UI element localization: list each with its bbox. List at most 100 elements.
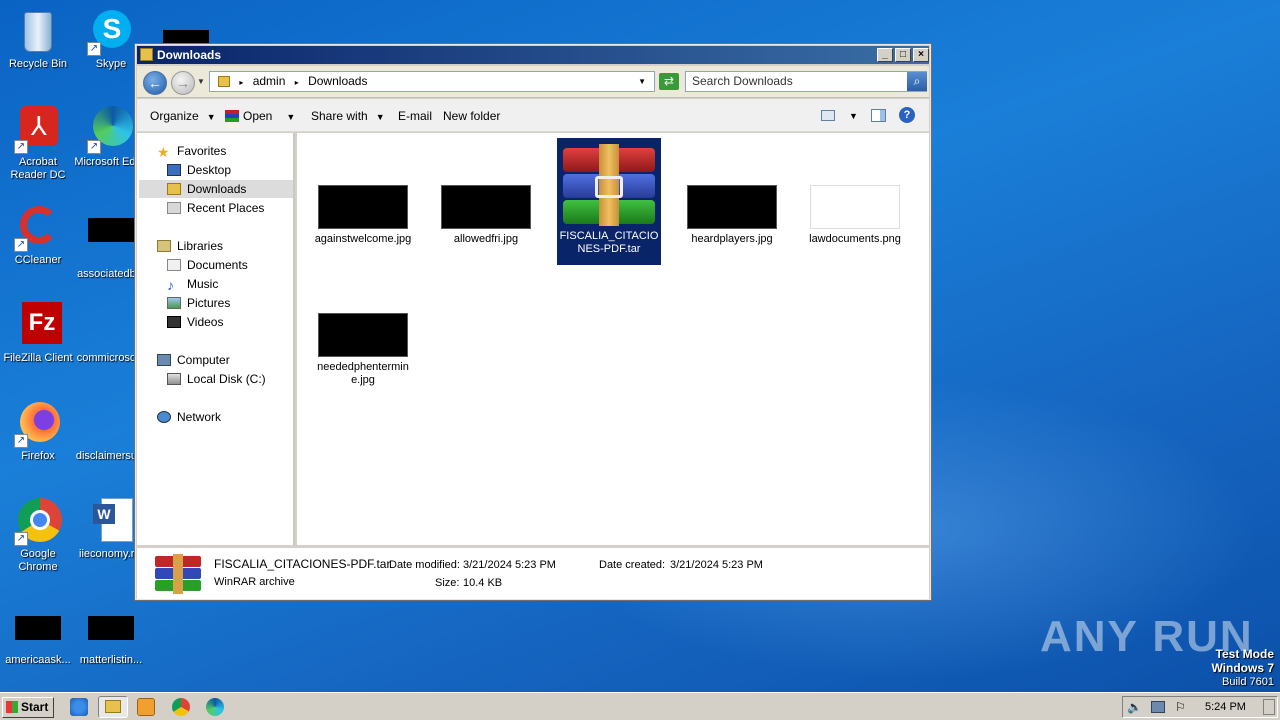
share-with-button[interactable]: Share with ▼	[311, 108, 385, 125]
new-folder-button[interactable]: New folder	[443, 108, 500, 124]
breadcrumb-admin[interactable]: admin	[253, 74, 286, 88]
close-button[interactable]: ×	[913, 48, 929, 62]
nav-pictures[interactable]: Pictures	[167, 294, 230, 312]
file-item-selected[interactable]: FISCALIA_CITACIONES-PDF.tar	[557, 138, 661, 265]
skype-icon: S ↗	[87, 8, 135, 56]
black-thumbnail-icon	[87, 616, 135, 652]
open-button[interactable]: Open ▼	[225, 108, 295, 125]
chevron-down-icon: ▼	[375, 112, 385, 122]
desktop-icon-file-americaask[interactable]: americaask...	[0, 606, 76, 667]
music-icon: ♪	[167, 277, 174, 293]
title-bar[interactable]: Downloads _ □ ×	[137, 46, 929, 64]
email-button[interactable]: E-mail	[398, 108, 432, 124]
image-thumbnail	[318, 185, 408, 229]
folder-icon	[105, 700, 121, 713]
edge-icon[interactable]	[206, 698, 224, 716]
nav-videos[interactable]: Videos	[167, 313, 223, 331]
explorer-window: Downloads _ □ × ← → ▼ ▸ admin ▸ Download…	[134, 43, 932, 601]
flag-icon[interactable]: ⚐	[1175, 697, 1186, 717]
computer-icon	[157, 354, 171, 366]
organize-button[interactable]: Organize ▼	[150, 108, 216, 125]
internet-explorer-icon[interactable]	[70, 698, 88, 716]
desktop-icon-ccleaner[interactable]: ↗ CCleaner	[0, 204, 76, 267]
chevron-down-icon: ▼	[206, 112, 216, 122]
file-item[interactable]: heardplayers.jpg	[680, 185, 784, 246]
show-desktop-button[interactable]	[1263, 699, 1275, 715]
desktop-icon-acrobat[interactable]: ⅄ ↗ Acrobat Reader DC	[0, 106, 76, 182]
breadcrumb-downloads[interactable]: Downloads	[308, 74, 367, 88]
media-player-icon[interactable]	[137, 698, 155, 716]
image-thumbnail	[441, 185, 531, 229]
image-thumbnail	[687, 185, 777, 229]
desktop-icon-firefox[interactable]: ↗ Firefox	[0, 400, 76, 463]
nav-recent-places[interactable]: Recent Places	[167, 199, 264, 217]
view-icon[interactable]	[821, 110, 835, 121]
desktop-icon-chrome[interactable]: ↗ Google Chrome	[0, 498, 76, 574]
forward-button[interactable]: →	[171, 71, 195, 95]
desktop-icon-recycle-bin[interactable]: Recycle Bin	[0, 8, 76, 71]
folder-icon	[218, 76, 230, 87]
chrome-icon[interactable]	[172, 698, 190, 716]
nav-music[interactable]: ♪ Music	[167, 275, 218, 293]
chevron-down-icon[interactable]: ▼	[638, 72, 646, 91]
nav-downloads[interactable]: Downloads	[139, 180, 293, 198]
details-modified-label: Date modified:	[389, 559, 460, 571]
desktop-icon-file-matterlistin[interactable]: matterlistin...	[73, 606, 149, 667]
back-button[interactable]: ←	[143, 71, 167, 95]
preview-pane-icon[interactable]	[871, 109, 886, 122]
chrome-icon: ↗	[14, 498, 62, 546]
address-row: ← → ▼ ▸ admin ▸ Downloads ▼ ⇄ Search Dow…	[137, 66, 929, 98]
nav-libraries[interactable]: Libraries	[157, 237, 223, 255]
star-icon: ★	[157, 144, 170, 160]
details-modified-value: 3/21/2024 5:23 PM	[463, 559, 556, 571]
search-input[interactable]: Search Downloads	[685, 71, 927, 92]
details-filename: FISCALIA_CITACIONES-PDF.tar	[214, 557, 391, 571]
desktop-black-thumb	[163, 30, 209, 44]
details-pane: FISCALIA_CITACIONES-PDF.tar WinRAR archi…	[137, 547, 929, 599]
filezilla-icon: Fz	[14, 302, 62, 350]
refresh-icon[interactable]: ⇄	[659, 73, 679, 90]
search-icon[interactable]: ⌕	[907, 72, 927, 91]
network-tray-icon[interactable]	[1151, 701, 1165, 713]
recent-pages-chevron-icon[interactable]: ▼	[197, 77, 205, 86]
winrar-icon	[225, 110, 239, 122]
black-thumbnail-icon	[87, 218, 135, 266]
desktop-icon	[167, 164, 181, 176]
file-item[interactable]: allowedfri.jpg	[434, 185, 538, 246]
file-item[interactable]: againstwelcome.jpg	[311, 185, 415, 246]
file-item[interactable]: neededphentermine.jpg	[311, 313, 415, 387]
nav-documents[interactable]: Documents	[167, 256, 248, 274]
clock[interactable]: 5:24 PM	[1205, 697, 1246, 717]
ccleaner-icon: ↗	[14, 204, 62, 252]
nav-desktop[interactable]: Desktop	[167, 161, 231, 179]
pictures-icon	[167, 297, 181, 309]
image-thumbnail	[810, 185, 900, 229]
hard-drive-icon	[167, 373, 181, 385]
desktop-icon-filezilla[interactable]: Fz FileZilla Client	[0, 302, 76, 365]
file-item[interactable]: lawdocuments.png	[803, 185, 907, 246]
downloads-folder-icon	[167, 183, 181, 195]
windows-flag-icon	[6, 701, 18, 713]
address-bar[interactable]: ▸ admin ▸ Downloads ▼	[209, 71, 655, 92]
details-size-label: Size:	[435, 577, 460, 589]
image-thumbnail	[318, 313, 408, 357]
nav-favorites[interactable]: ★ Favorites	[157, 142, 226, 160]
help-icon[interactable]: ?	[899, 107, 915, 123]
system-tray: 🔈 ⚐ 5:24 PM	[1122, 696, 1278, 718]
maximize-button[interactable]: □	[895, 48, 911, 62]
folder-icon	[140, 48, 153, 61]
nav-network[interactable]: Network	[157, 408, 221, 426]
recent-places-icon	[167, 202, 181, 214]
view-options-chevron-icon[interactable]: ▼	[849, 108, 858, 124]
speaker-icon[interactable]: 🔈	[1127, 697, 1142, 717]
nav-computer[interactable]: Computer	[157, 351, 230, 369]
nav-local-disk[interactable]: Local Disk (C:)	[167, 370, 266, 388]
libraries-icon	[157, 240, 171, 252]
recycle-bin-icon	[14, 8, 62, 56]
explorer-taskbar-button[interactable]	[98, 696, 128, 718]
minimize-button[interactable]: _	[877, 48, 893, 62]
details-created-value: 3/21/2024 5:23 PM	[670, 559, 763, 571]
acrobat-icon: ⅄ ↗	[14, 106, 62, 154]
winrar-archive-icon	[563, 144, 655, 226]
start-button[interactable]: Start	[2, 697, 54, 718]
